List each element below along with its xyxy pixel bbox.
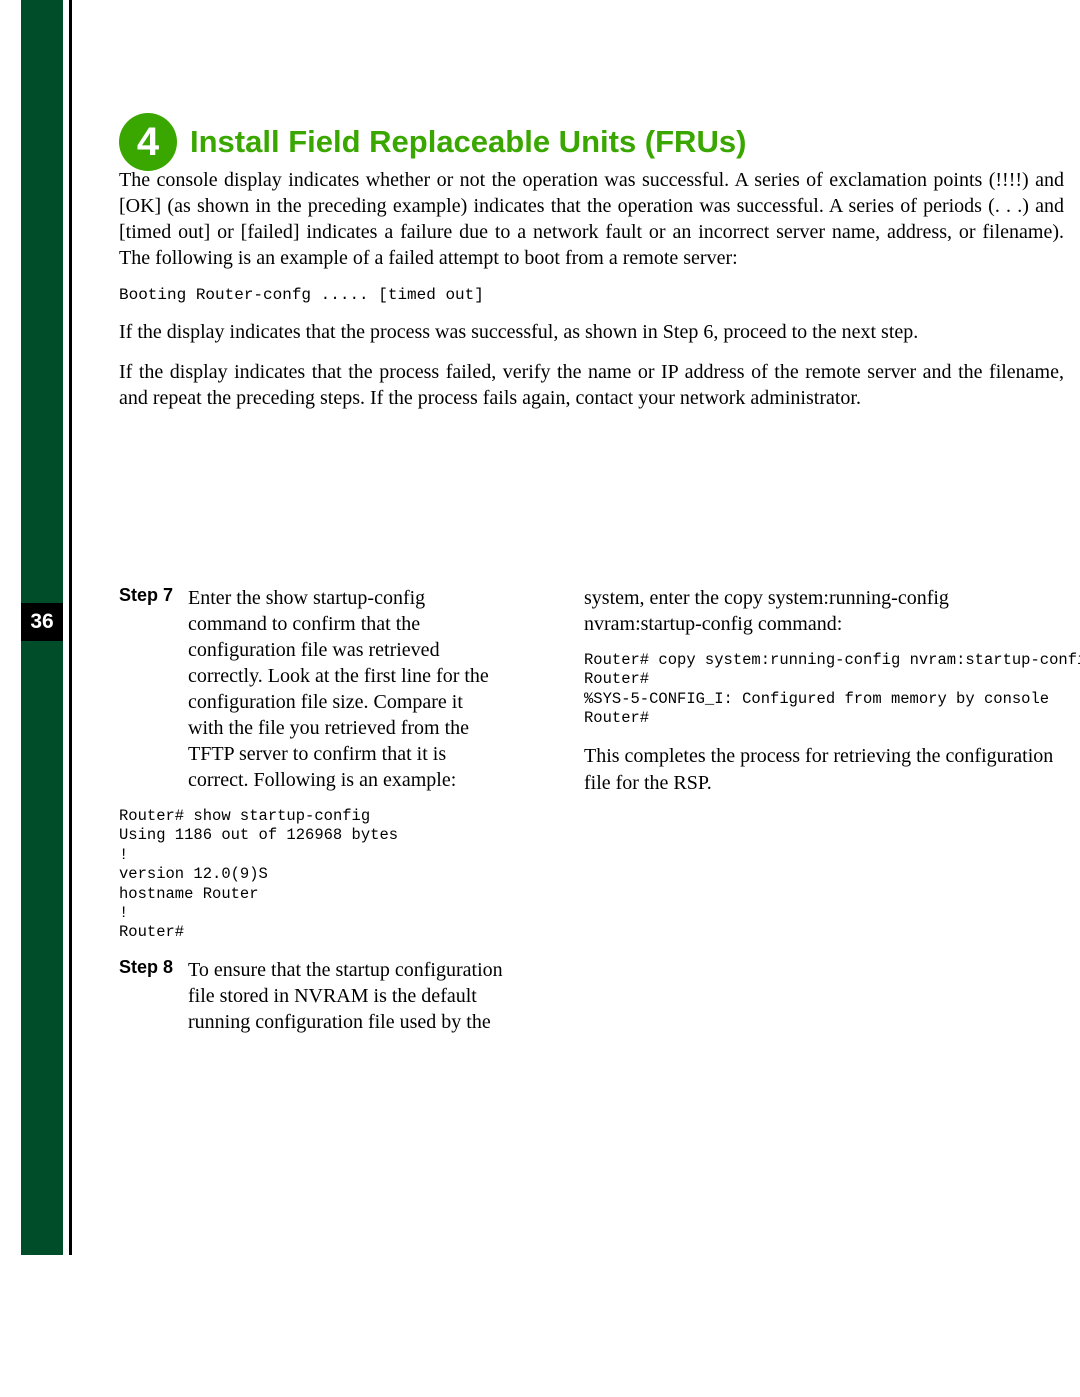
step-7-label: Step 7 [119, 585, 184, 606]
step-7-code-rest: Using 1186 out of 126968 bytes ! version… [119, 826, 398, 941]
step-8-code-cmd: copy system:running-config nvram:startup… [658, 651, 1080, 669]
step-8-code-rest: Router# %SYS-5-CONFIG_I: Configured from… [584, 670, 1049, 727]
step-7-code-cmd: show startup-config [193, 807, 370, 825]
step-8-body-left: To ensure that the startup configuration… [188, 957, 503, 1035]
intro-content: The console display indicates whether or… [119, 167, 1064, 425]
intro-paragraph-3: If the display indicates that the proces… [119, 359, 1064, 411]
step-8: Step 8 To ensure that the startup config… [119, 957, 504, 1035]
steps-columns: Step 7 Enter the show startup-config com… [119, 585, 1064, 1041]
step-8-body-right: system, enter the copy system:running-co… [584, 585, 1064, 637]
intro-code-1: Booting Router-confg ..... [timed out] [119, 285, 1064, 305]
column-left: Step 7 Enter the show startup-config com… [119, 585, 504, 1041]
vertical-rule [69, 0, 72, 1255]
chapter-title: Install Field Replaceable Units (FRUs) [190, 124, 746, 160]
page-number: 36 [21, 603, 63, 641]
column-right: system, enter the copy system:running-co… [584, 585, 1064, 797]
chapter-number-badge: 4 [119, 113, 177, 171]
intro-paragraph-1: The console display indicates whether or… [119, 167, 1064, 271]
step-7: Step 7 Enter the show startup-config com… [119, 585, 504, 793]
step-8-code: Router# copy system:running-config nvram… [584, 651, 1064, 729]
completion-text: This completes the process for retrievin… [584, 743, 1064, 797]
step-7-body: Enter the show startup-config command to… [188, 585, 503, 793]
step-8-label: Step 8 [119, 957, 184, 978]
intro-paragraph-2: If the display indicates that the proces… [119, 319, 1064, 345]
step-7-code: Router# show startup-config Using 1186 o… [119, 807, 504, 943]
step-7-code-prompt: Router# [119, 807, 193, 825]
step-8-code-prompt: Router# [584, 651, 658, 669]
